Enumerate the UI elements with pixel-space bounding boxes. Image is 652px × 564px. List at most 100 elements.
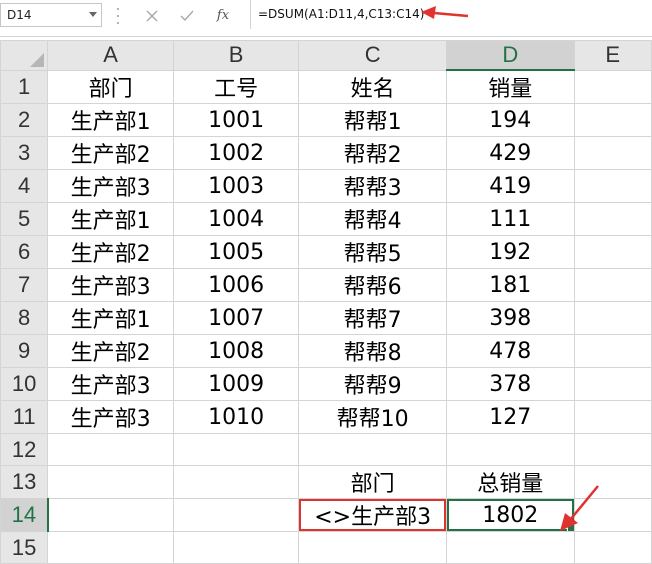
row-header-14[interactable]: 14 [0,498,49,532]
cell-a5[interactable]: 生产部1 [47,202,174,236]
row-header-3[interactable]: 3 [0,136,49,170]
cell-c3[interactable]: 帮帮2 [298,136,448,170]
cell-e9[interactable] [573,334,652,368]
cell-a14[interactable] [47,498,174,532]
cell-a10[interactable]: 生产部3 [47,367,174,401]
cell-c10[interactable]: 帮帮9 [298,367,448,401]
cell-c7[interactable]: 帮帮6 [298,268,448,302]
cell-b4[interactable]: 1003 [172,169,300,203]
cell-c6[interactable]: 帮帮5 [298,235,448,269]
cell-a6[interactable]: 生产部2 [47,235,174,269]
cell-d13[interactable]: 总销量 [446,465,575,499]
cell-a11[interactable]: 生产部3 [47,400,174,434]
cell-c11[interactable]: 帮帮10 [298,400,448,434]
cell-b1[interactable]: 工号 [172,69,300,104]
cell-d12[interactable] [446,433,575,466]
cell-e6[interactable] [573,235,652,269]
cell-b11[interactable]: 1010 [172,400,300,434]
row-header-8[interactable]: 8 [0,301,49,335]
cell-d15[interactable] [446,531,575,564]
cell-a8[interactable]: 生产部1 [47,301,174,335]
cell-a9[interactable]: 生产部2 [47,334,174,368]
column-header-e[interactable]: E [573,40,652,71]
cell-b6[interactable]: 1005 [172,235,300,269]
row-header-1[interactable]: 1 [0,69,49,104]
cell-c9[interactable]: 帮帮8 [298,334,448,368]
cell-b14[interactable] [172,498,300,532]
cell-c2[interactable]: 帮帮1 [298,103,448,137]
column-header-b[interactable]: B [172,40,300,71]
cell-b8[interactable]: 1007 [172,301,300,335]
cell-e8[interactable] [573,301,652,335]
row-header-2[interactable]: 2 [0,103,49,137]
row-header-6[interactable]: 6 [0,235,49,269]
column-header-d[interactable]: D [446,40,575,71]
cell-c15[interactable] [298,531,448,564]
cell-b10[interactable]: 1009 [172,367,300,401]
cell-b13[interactable] [172,465,300,499]
name-box[interactable]: D14 [0,3,102,27]
cell-e1[interactable] [573,69,652,104]
cell-b12[interactable] [172,433,300,466]
cell-b9[interactable]: 1008 [172,334,300,368]
cell-d7[interactable]: 181 [446,268,575,302]
cell-a3[interactable]: 生产部2 [47,136,174,170]
cell-e11[interactable] [573,400,652,434]
cell-b2[interactable]: 1001 [172,103,300,137]
cell-e3[interactable] [573,136,652,170]
cell-d2[interactable]: 194 [446,103,575,137]
cell-e7[interactable] [573,268,652,302]
cell-a13[interactable] [47,465,174,499]
cell-c12[interactable] [298,433,448,466]
cell-c14[interactable]: <>生产部3 [298,498,448,532]
row-header-13[interactable]: 13 [0,465,49,499]
cell-a7[interactable]: 生产部3 [47,268,174,302]
check-icon[interactable] [176,5,198,27]
cell-c4[interactable]: 帮帮3 [298,169,448,203]
cell-d8[interactable]: 398 [446,301,575,335]
cell-e15[interactable] [573,531,652,564]
cell-b15[interactable] [172,531,300,564]
row-header-15[interactable]: 15 [0,531,49,564]
cell-e10[interactable] [573,367,652,401]
insert-function-icon[interactable]: fx [212,5,234,27]
column-header-c[interactable]: C [298,40,448,71]
chevron-down-icon[interactable] [89,12,97,17]
row-header-10[interactable]: 10 [0,367,49,401]
cell-a1[interactable]: 部门 [47,69,174,104]
row-header-12[interactable]: 12 [0,433,49,466]
cell-d10[interactable]: 378 [446,367,575,401]
cell-d4[interactable]: 419 [446,169,575,203]
row-header-11[interactable]: 11 [0,400,49,434]
row-header-7[interactable]: 7 [0,268,49,302]
cell-c5[interactable]: 帮帮4 [298,202,448,236]
cell-a4[interactable]: 生产部3 [47,169,174,203]
cell-c8[interactable]: 帮帮7 [298,301,448,335]
close-icon[interactable] [141,5,163,27]
cell-a12[interactable] [47,433,174,466]
cell-a2[interactable]: 生产部1 [47,103,174,137]
cell-b7[interactable]: 1006 [172,268,300,302]
cell-d1[interactable]: 销量 [446,69,575,104]
row-header-4[interactable]: 4 [0,169,49,203]
cell-c13[interactable]: 部门 [298,465,448,499]
cell-d5[interactable]: 111 [446,202,575,236]
row-header-5[interactable]: 5 [0,202,49,236]
cell-d6[interactable]: 192 [446,235,575,269]
cell-d9[interactable]: 478 [446,334,575,368]
cell-b3[interactable]: 1002 [172,136,300,170]
cell-e12[interactable] [573,433,652,466]
cell-d3[interactable]: 429 [446,136,575,170]
drag-handle-icon[interactable] [116,8,119,24]
row-header-9[interactable]: 9 [0,334,49,368]
cell-d11[interactable]: 127 [446,400,575,434]
cell-e2[interactable] [573,103,652,137]
column-header-a[interactable]: A [47,40,174,71]
select-all-corner[interactable] [0,40,49,71]
cell-c1[interactable]: 姓名 [298,69,448,104]
cell-e4[interactable] [573,169,652,203]
cell-d14[interactable]: 1802 [446,498,575,532]
cell-b5[interactable]: 1004 [172,202,300,236]
cell-e5[interactable] [573,202,652,236]
cell-a15[interactable] [47,531,174,564]
